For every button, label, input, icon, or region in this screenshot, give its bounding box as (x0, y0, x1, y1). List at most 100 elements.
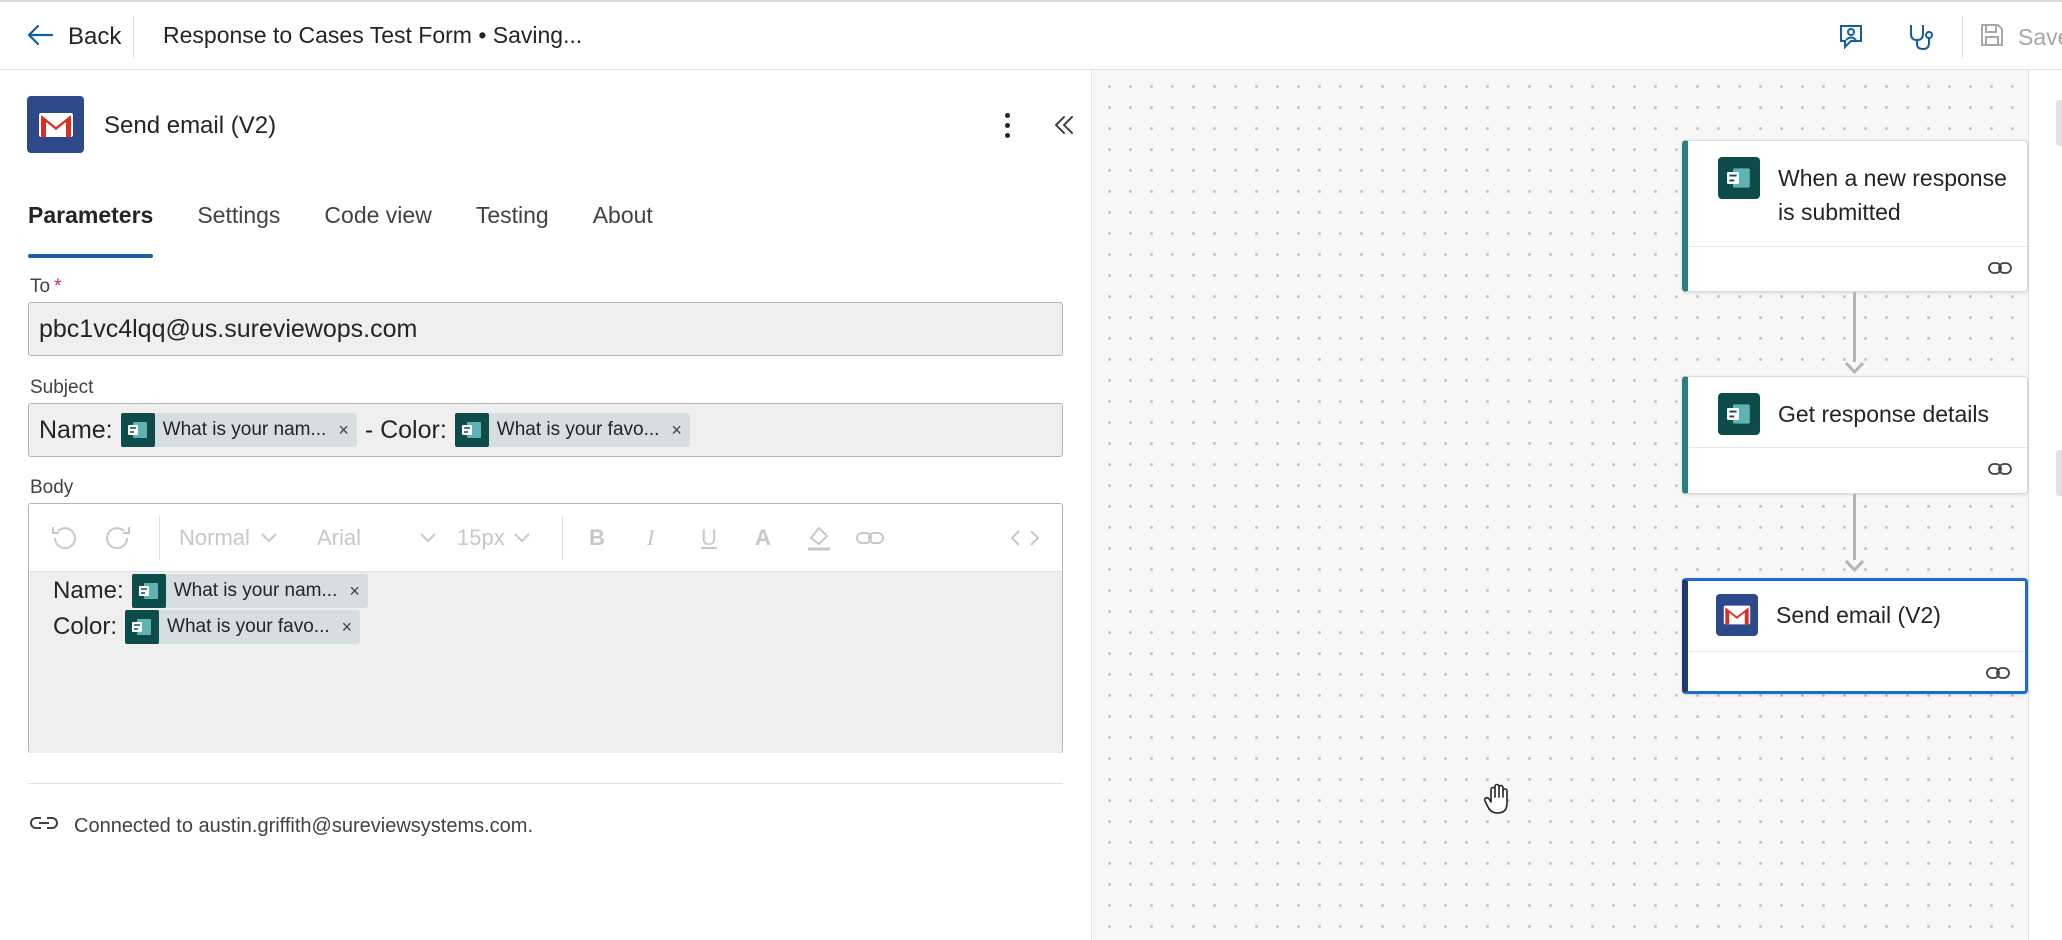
chevron-down-icon (420, 533, 436, 543)
divider (28, 783, 1063, 784)
save-label: Save (2018, 23, 2062, 50)
gmail-icon (27, 96, 84, 153)
body-editor: Normal Arial 15px B I U A Name: What is … (28, 503, 1063, 753)
underline-icon[interactable]: U (701, 522, 717, 554)
font-color-icon[interactable]: A (755, 522, 771, 554)
font-size-value: 15px (457, 525, 505, 550)
body-line: Color: What is your favo... × (53, 610, 361, 644)
divider (133, 16, 134, 58)
dynamic-content-token[interactable]: What is your favo... × (125, 610, 361, 644)
subject-prefix: Name: (39, 415, 113, 444)
chevron-down-icon (261, 533, 277, 543)
node-divider (1688, 447, 2027, 448)
to-label-text: To (30, 276, 51, 297)
block-style-value: Normal (179, 525, 250, 550)
body-line-label: Color: (53, 613, 118, 640)
connection-text: Connected to austin.griffith@sureviewsys… (74, 814, 534, 837)
subject-middle: - Color: (364, 415, 447, 444)
font-family-value: Arial (317, 525, 362, 550)
remove-token-icon[interactable]: × (342, 617, 353, 638)
subject-label: Subject (30, 377, 94, 398)
more-options-button[interactable] (993, 108, 1021, 142)
action-node-send-email[interactable]: Send email (V2) (1682, 578, 2028, 694)
arrow-left-icon (26, 23, 54, 52)
font-size-dropdown[interactable]: 15px (457, 522, 531, 554)
feedback-icon[interactable] (1832, 18, 1870, 56)
font-family-dropdown[interactable]: Arial (317, 522, 437, 554)
flow-title: Response to Cases Test Form • Saving... (163, 22, 583, 48)
gmail-icon (1716, 594, 1758, 636)
forms-icon (1718, 393, 1760, 435)
save-button[interactable]: Save (1978, 18, 2062, 56)
action-node-get-response-details[interactable]: Get response details (1682, 376, 2028, 494)
connection-icon (1987, 259, 2013, 277)
highlight-icon[interactable] (805, 522, 833, 554)
forms-icon (120, 413, 155, 447)
connector-arrow-icon (1844, 362, 1865, 374)
undo-icon[interactable] (49, 522, 79, 554)
connection-icon (1985, 664, 2011, 682)
side-panel-handle[interactable] (2056, 450, 2062, 496)
remove-token-icon[interactable]: × (671, 420, 682, 441)
body-content[interactable]: Name: What is your nam... × Color: What … (29, 572, 1062, 753)
dynamic-content-token[interactable]: What is your favo... × (454, 413, 690, 447)
connector-line (1853, 494, 1856, 560)
connection-icon (1987, 460, 2013, 478)
toolbar-divider (562, 516, 563, 560)
italic-icon[interactable]: I (647, 522, 654, 554)
tab-code-view[interactable]: Code view (324, 198, 431, 258)
remove-token-icon[interactable]: × (349, 581, 360, 602)
save-icon (1978, 21, 2006, 54)
flow-checker-icon[interactable] (1900, 18, 1938, 56)
dynamic-content-token[interactable]: What is your nam... × (120, 413, 357, 447)
forms-icon (125, 610, 160, 644)
side-panel-handle[interactable] (2056, 100, 2062, 146)
to-label: To * (30, 276, 61, 298)
node-title: Send email (V2) (1776, 602, 1941, 628)
connector-arrow-icon (1844, 560, 1865, 572)
connection-info: Connected to austin.griffith@sureviewsys… (30, 812, 533, 840)
action-details-panel: Send email (V2) Parameters Settings Code… (0, 70, 1092, 940)
connection-icon (30, 812, 58, 840)
action-title: Send email (V2) (104, 112, 277, 139)
token-label: What is your nam... (162, 419, 327, 440)
subject-field[interactable]: Name: What is your nam... × - Color: Wha… (28, 403, 1063, 457)
body-label: Body (30, 477, 74, 498)
dynamic-content-token[interactable]: What is your nam... × (131, 574, 368, 608)
tab-testing[interactable]: Testing (476, 198, 549, 258)
to-field[interactable]: pbc1vc4lqq@us.sureviewops.com (28, 302, 1063, 356)
node-title: Get response details (1778, 401, 1989, 427)
block-style-dropdown[interactable]: Normal (179, 522, 278, 554)
tab-about[interactable]: About (593, 198, 653, 258)
canvas-side-strip (2028, 70, 2062, 940)
token-label: What is your favo... (496, 419, 660, 440)
trigger-node-new-response[interactable]: When a new response is submitted (1682, 140, 2028, 292)
tab-parameters[interactable]: Parameters (28, 198, 154, 258)
forms-icon (1718, 157, 1760, 199)
link-icon[interactable] (855, 522, 885, 554)
redo-icon[interactable] (103, 522, 133, 554)
hand-cursor-icon (1483, 783, 1508, 814)
remove-token-icon[interactable]: × (338, 420, 349, 441)
node-divider (1688, 651, 2025, 652)
back-button[interactable]: Back (26, 18, 121, 56)
body-line: Name: What is your nam... × (53, 574, 368, 608)
divider (1962, 16, 1963, 58)
tab-settings[interactable]: Settings (197, 198, 280, 258)
collapse-panel-icon[interactable] (1050, 108, 1078, 142)
token-label: What is your nam... (173, 580, 338, 601)
required-mark: * (54, 276, 62, 297)
body-line-label: Name: (53, 577, 124, 604)
node-title: When a new response is submitted (1778, 165, 2007, 225)
token-label: What is your favo... (167, 616, 330, 637)
bold-icon[interactable]: B (589, 522, 605, 554)
toolbar-divider (159, 516, 160, 560)
back-label: Back (68, 23, 122, 50)
node-divider (1688, 246, 2027, 247)
tab-bar: Parameters Settings Code view Testing Ab… (28, 198, 697, 258)
chevron-down-icon (514, 533, 530, 543)
forms-icon (454, 413, 489, 447)
forms-icon (131, 574, 166, 608)
code-view-icon[interactable] (1009, 522, 1041, 554)
rich-text-toolbar: Normal Arial 15px B I U A (29, 504, 1062, 572)
